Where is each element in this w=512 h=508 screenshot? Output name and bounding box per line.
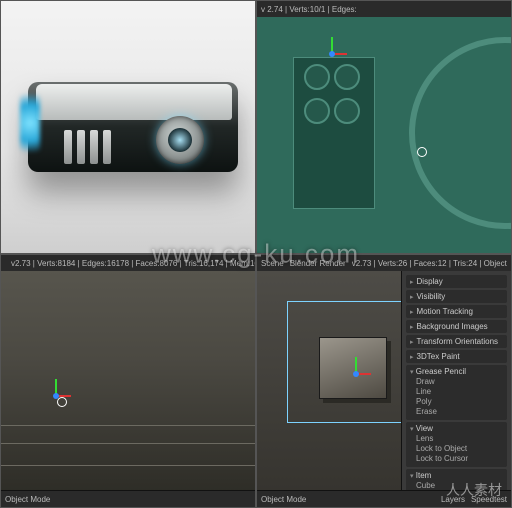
viewport-a-canvas[interactable] — [1, 271, 255, 491]
uv-large-ring[interactable] — [409, 37, 512, 229]
npanel-item[interactable]: ▾ Item Cube — [406, 469, 507, 491]
device-vents — [64, 130, 111, 164]
chevron-right-icon: ▸ — [410, 278, 414, 286]
gp-line-button[interactable]: Line — [416, 387, 503, 396]
viewport-b-canvas[interactable] — [257, 271, 401, 491]
transform-gizmo[interactable] — [317, 39, 347, 69]
viewport-b-footer[interactable]: Object Mode Layers Speedtest — [257, 490, 511, 507]
npanel-section-title: Item — [416, 471, 432, 480]
vent-bar — [103, 130, 111, 164]
view-lens-field[interactable]: Lens — [416, 434, 503, 443]
gizmo-origin[interactable] — [353, 371, 359, 377]
vent-bar — [64, 130, 72, 164]
viewport-a-footer[interactable]: Object Mode — [1, 490, 255, 507]
viewport-a-stats: v2.73 | Verts:8184 | Edges:16178 | Faces… — [11, 259, 256, 268]
chevron-down-icon: ▾ — [410, 473, 414, 480]
npanel-cat-background-images[interactable]: ▸Background Images — [406, 320, 507, 333]
render-preview-pane — [0, 0, 256, 254]
npanel-label: Motion Tracking — [417, 307, 473, 316]
chevron-right-icon: ▸ — [410, 323, 414, 331]
view-lock-cursor-toggle[interactable]: Lock to Cursor — [416, 454, 503, 463]
viewport-a-mode[interactable]: Object Mode — [5, 495, 50, 504]
vent-bar — [77, 130, 85, 164]
3d-viewport-a[interactable]: Cycles Render v2.73 | Verts:8184 | Edges… — [0, 254, 256, 508]
3d-viewport-b[interactable]: Scene Blender Render v2.73 | Verts:26 | … — [256, 254, 512, 508]
viewport-b-mode[interactable]: Object Mode — [261, 495, 306, 504]
gp-poly-button[interactable]: Poly — [416, 397, 503, 406]
transform-gizmo[interactable] — [341, 359, 371, 389]
footer-layers[interactable]: Layers — [441, 495, 465, 504]
npanel-label: Background Images — [417, 322, 488, 331]
chevron-right-icon: ▸ — [410, 293, 414, 301]
viewport-a-header[interactable]: Cycles Render v2.73 | Verts:8184 | Edges… — [1, 255, 255, 272]
npanel-cat-transform-orientations[interactable]: ▸Transform Orientations — [406, 335, 507, 348]
viewport-b-header[interactable]: Scene Blender Render v2.73 | Verts:26 | … — [257, 255, 511, 272]
vent-bar — [90, 130, 98, 164]
device-glow — [20, 94, 40, 152]
uv-editor-pane[interactable]: v 2.74 | Verts:10/1 | Edges: — [256, 0, 512, 254]
npanel-cat-3dtex-paint[interactable]: ▸3DTex Paint — [406, 350, 507, 363]
npanel-section-title: View — [416, 424, 433, 433]
properties-n-panel[interactable]: ▸Display ▸Visibility ▸Motion Tracking ▸B… — [401, 271, 511, 491]
uv-circle-icon — [304, 98, 330, 124]
device-lens — [168, 128, 192, 152]
npanel-grease-pencil[interactable]: ▾ Grease Pencil Draw Line Poly Erase — [406, 365, 507, 420]
uv-header-info: v 2.74 | Verts:10/1 | Edges: — [261, 5, 357, 14]
chevron-right-icon: ▸ — [410, 308, 414, 316]
3d-cursor-icon[interactable] — [57, 397, 67, 407]
item-name-field[interactable]: Cube — [416, 481, 503, 490]
gizmo-origin[interactable] — [329, 51, 335, 57]
uv-editor-header[interactable]: v 2.74 | Verts:10/1 | Edges: — [257, 1, 511, 18]
npanel-label: Transform Orientations — [417, 337, 499, 346]
view-lock-object-field[interactable]: Lock to Object — [416, 444, 503, 453]
transform-gizmo[interactable] — [41, 381, 71, 411]
npanel-view[interactable]: ▾ View Lens Lock to Object Lock to Curso… — [406, 422, 507, 467]
gp-draw-button[interactable]: Draw — [416, 377, 503, 386]
chevron-down-icon: ▾ — [410, 369, 414, 376]
npanel-label: 3DTex Paint — [417, 352, 460, 361]
chevron-right-icon: ▸ — [410, 338, 414, 346]
2d-cursor-icon[interactable] — [417, 147, 427, 157]
uv-canvas[interactable] — [257, 17, 511, 253]
npanel-section-title: Grease Pencil — [416, 367, 466, 376]
viewport-b-stats: v2.73 | Verts:26 | Faces:12 | Tris:24 | … — [352, 259, 507, 268]
chevron-down-icon: ▾ — [410, 426, 414, 433]
npanel-label: Display — [417, 277, 443, 286]
device-top-plate — [36, 84, 232, 120]
npanel-cat-display[interactable]: ▸Display — [406, 275, 507, 288]
grid-line — [1, 425, 255, 426]
npanel-cat-motion-tracking[interactable]: ▸Motion Tracking — [406, 305, 507, 318]
viewport-b-scene[interactable]: Scene — [261, 259, 284, 268]
chevron-right-icon: ▸ — [410, 353, 414, 361]
uv-island-panel[interactable] — [293, 57, 375, 209]
footer-speedtest[interactable]: Speedtest — [471, 495, 507, 504]
grid-line — [1, 465, 255, 466]
npanel-label: Visibility — [417, 292, 446, 301]
grid-line — [1, 443, 255, 444]
npanel-cat-visibility[interactable]: ▸Visibility — [406, 290, 507, 303]
viewport-b-engine[interactable]: Blender Render — [290, 259, 346, 268]
uv-circle-icon — [334, 98, 360, 124]
gp-erase-button[interactable]: Erase — [416, 407, 503, 416]
rendered-device — [18, 72, 238, 182]
